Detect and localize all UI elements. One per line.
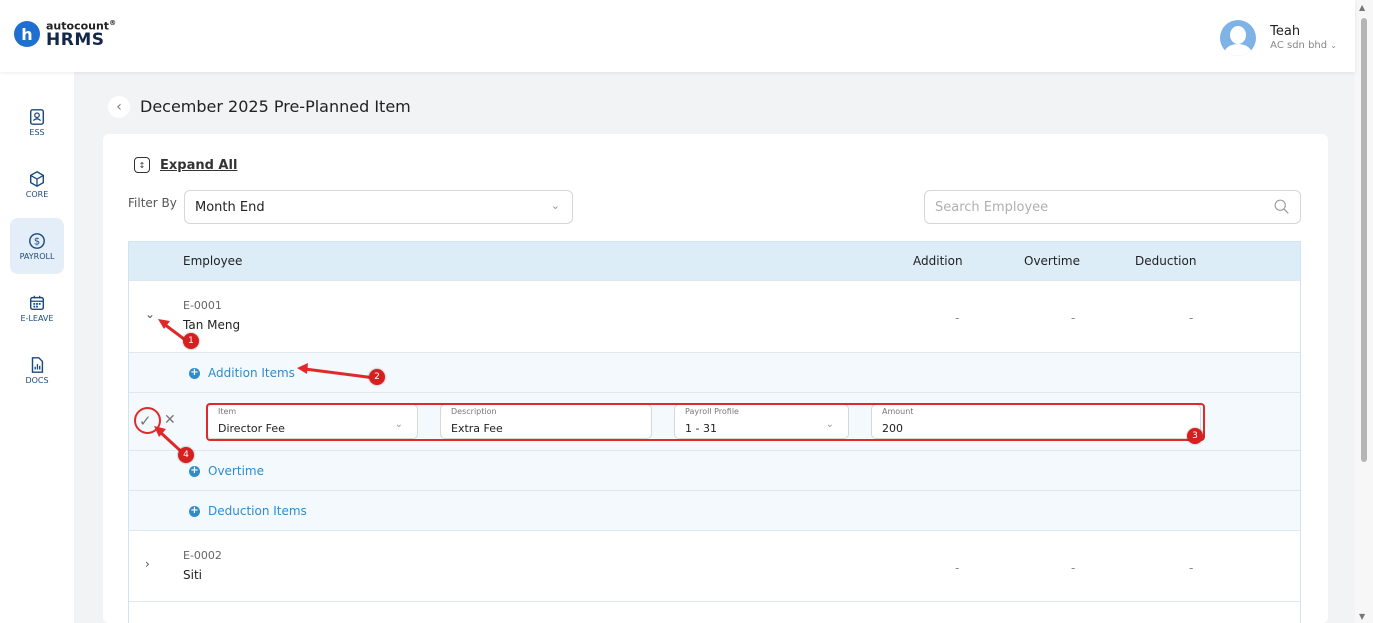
document-chart-icon <box>31 356 44 373</box>
addition-value: - <box>955 311 960 325</box>
sidebar-item-core[interactable]: CORE <box>10 156 64 212</box>
sidebar-item-payroll[interactable]: $ PAYROLL <box>10 218 64 274</box>
search-employee-input[interactable]: Search Employee <box>924 190 1301 224</box>
annotation-box <box>206 403 1205 441</box>
sidebar-item-eleave[interactable]: E-LEAVE <box>10 280 64 336</box>
deduction-value: - <box>1189 311 1194 325</box>
chevron-down-icon: ⌄ <box>550 199 560 212</box>
sidebar: ESS CORE $ PAYROLL E-LEAVE DOCS <box>0 72 74 623</box>
plus-circle-icon: + <box>189 367 200 379</box>
sidebar-item-docs[interactable]: DOCS <box>10 342 64 398</box>
sidebar-item-ess[interactable]: ESS <box>10 94 64 150</box>
plus-circle-icon: + <box>189 465 200 477</box>
sidebar-label-payroll: PAYROLL <box>19 251 55 261</box>
annotation-badge-3: 3 <box>1187 428 1203 444</box>
column-employee: Employee <box>183 254 243 268</box>
overtime-value: - <box>1071 311 1076 325</box>
cube-icon <box>29 170 45 187</box>
add-addition-items-button[interactable]: + Addition Items <box>189 366 295 380</box>
table-row: › E-0002 Siti - - - <box>129 530 1300 602</box>
filter-label: Filter By <box>128 196 177 210</box>
sidebar-label-docs: DOCS <box>25 375 49 385</box>
annotation-badge-4: 4 <box>178 447 194 463</box>
svg-text:$: $ <box>34 236 40 247</box>
column-overtime: Overtime <box>1024 254 1080 268</box>
annotation-badge-2: 2 <box>369 369 385 385</box>
page-scrollbar[interactable]: ▲ ▼ <box>1355 0 1373 623</box>
chevron-left-icon: ‹ <box>116 99 122 115</box>
sidebar-label-ess: ESS <box>29 127 45 137</box>
employee-name: Siti <box>183 568 202 582</box>
chevron-down-icon[interactable]: ⌄ <box>145 307 155 321</box>
user-name: Teah <box>1270 24 1301 40</box>
page-title: December 2025 Pre-Planned Item <box>140 97 411 116</box>
deduction-items-row: + Deduction Items <box>129 490 1300 530</box>
annotation-circle <box>134 407 161 434</box>
deduction-value: - <box>1189 561 1194 575</box>
chevron-right-icon[interactable]: › <box>145 557 150 571</box>
dollar-circle-icon: $ <box>29 232 45 249</box>
scroll-thumb[interactable] <box>1361 18 1367 462</box>
logo-h-icon: h <box>14 21 40 48</box>
chevron-down-icon[interactable]: ⌄ <box>1330 41 1337 50</box>
expand-collapse-icon[interactable]: ↕ <box>134 157 150 173</box>
scroll-up-icon[interactable]: ▲ <box>1359 3 1365 12</box>
column-deduction: Deduction <box>1135 254 1197 268</box>
scroll-down-icon[interactable]: ▼ <box>1359 612 1365 621</box>
plus-circle-icon: + <box>189 505 200 517</box>
employee-name: Tan Meng <box>183 318 241 332</box>
filter-select[interactable]: Month End ⌄ <box>184 190 573 224</box>
add-deduction-items-button[interactable]: + Deduction Items <box>189 504 307 518</box>
table-header: Employee Addition Overtime Deduction <box>129 242 1300 280</box>
user-company: AC sdn bhd <box>1270 39 1328 51</box>
deduction-items-label: Deduction Items <box>208 504 307 518</box>
annotation-badge-1: 1 <box>183 333 199 349</box>
profile-card-icon <box>29 108 45 125</box>
logo-mark: ® <box>109 19 117 27</box>
table-row: ⌄ E-0001 Tan Meng - - - <box>129 280 1300 352</box>
overtime-row: + Overtime <box>129 450 1300 490</box>
top-bar: h autocount® HRMS Teah AC sdn bhd ⌄ <box>0 0 1355 72</box>
addition-items-label: Addition Items <box>208 366 295 380</box>
expand-all-link[interactable]: Expand All <box>160 158 237 173</box>
addition-value: - <box>955 561 960 575</box>
search-placeholder: Search Employee <box>935 200 1049 215</box>
employee-code: E-0002 <box>183 549 222 562</box>
pre-planned-card: ↕ Expand All Filter By Month End ⌄ Searc… <box>103 134 1328 623</box>
overtime-label: Overtime <box>208 464 264 478</box>
search-icon[interactable] <box>1273 198 1290 215</box>
calendar-icon <box>29 295 45 310</box>
app-logo[interactable]: h autocount® HRMS <box>14 20 116 49</box>
logo-text: autocount® HRMS <box>46 20 116 49</box>
logo-big-text: HRMS <box>46 29 105 50</box>
user-menu[interactable]: Teah AC sdn bhd ⌄ <box>1220 20 1337 56</box>
back-button[interactable]: ‹ <box>108 96 130 118</box>
add-overtime-button[interactable]: + Overtime <box>189 464 264 478</box>
filter-value: Month End <box>195 200 265 215</box>
column-addition: Addition <box>913 254 963 268</box>
close-icon[interactable]: ✕ <box>164 412 176 428</box>
sidebar-label-eleave: E-LEAVE <box>20 313 54 323</box>
avatar[interactable] <box>1220 20 1257 56</box>
sidebar-label-core: CORE <box>25 189 49 199</box>
addition-items-row: + Addition Items <box>129 352 1300 392</box>
employee-code: E-0001 <box>183 299 222 312</box>
overtime-value: - <box>1071 561 1076 575</box>
